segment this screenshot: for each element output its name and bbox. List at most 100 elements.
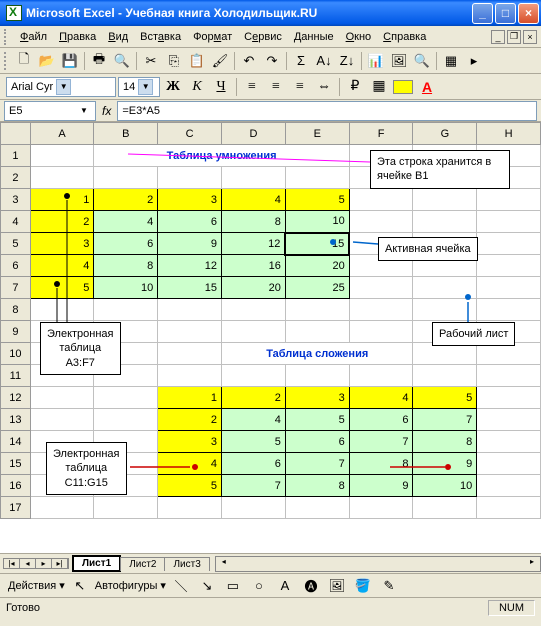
cell-E6[interactable]: 20 xyxy=(285,255,349,277)
italic-button[interactable]: К xyxy=(186,76,208,98)
cell-F4[interactable] xyxy=(349,211,413,233)
rectangle-icon[interactable]: ▭ xyxy=(222,575,244,597)
cell-B8[interactable] xyxy=(94,299,158,321)
menu-insert[interactable]: Вставка xyxy=(134,29,187,45)
cell-C16[interactable]: 5 xyxy=(158,475,222,497)
cell-B13[interactable] xyxy=(94,409,158,431)
row-header-2[interactable]: 2 xyxy=(1,167,31,189)
chart-wizard-icon[interactable]: 📊 xyxy=(365,50,387,72)
paste-icon[interactable]: 📋 xyxy=(186,50,208,72)
save-icon[interactable]: 💾 xyxy=(59,50,81,72)
chevron-down-icon[interactable]: ▼ xyxy=(138,79,153,95)
font-size-combo[interactable]: 14▼ xyxy=(118,77,160,97)
cell-G14[interactable]: 8 xyxy=(413,431,477,453)
cell-F7[interactable] xyxy=(349,277,413,299)
cell-C3[interactable]: 3 xyxy=(158,189,222,211)
cell-E9[interactable] xyxy=(285,321,349,343)
cell-H16[interactable] xyxy=(477,475,541,497)
zoom-icon[interactable]: 🔍 xyxy=(411,50,433,72)
menu-data[interactable]: Данные xyxy=(288,29,340,45)
cell-H5[interactable] xyxy=(477,233,541,255)
cell-A12[interactable] xyxy=(30,387,94,409)
tab-sheet2[interactable]: Лист2 xyxy=(120,557,165,571)
cell-C9[interactable] xyxy=(158,321,222,343)
cell-A4[interactable]: 2 xyxy=(30,211,94,233)
toolbar-grip[interactable] xyxy=(4,52,10,70)
font-color-icon[interactable]: A xyxy=(416,76,438,98)
cell-D3[interactable]: 4 xyxy=(222,189,286,211)
menu-view[interactable]: Вид xyxy=(102,29,134,45)
row-header-10[interactable]: 10 xyxy=(1,343,31,365)
borders-icon[interactable]: ▦ xyxy=(368,76,390,98)
print-icon[interactable]: 🖶 xyxy=(88,50,110,72)
underline-button[interactable]: Ч xyxy=(210,76,232,98)
cell-H7[interactable] xyxy=(477,277,541,299)
horizontal-scrollbar[interactable]: ◂▸ xyxy=(215,556,541,572)
cell-G11[interactable] xyxy=(413,365,477,387)
line-color-icon[interactable]: ✎ xyxy=(378,575,400,597)
row-header-1[interactable]: 1 xyxy=(1,145,31,167)
menu-file[interactable]: ФФайлайл xyxy=(14,29,53,45)
cell-C15[interactable]: 4 xyxy=(158,453,222,475)
cell-G12[interactable]: 5 xyxy=(413,387,477,409)
open-icon[interactable]: 📂 xyxy=(36,50,58,72)
cell-G13[interactable]: 7 xyxy=(413,409,477,431)
cell-F14[interactable]: 7 xyxy=(349,431,413,453)
autosum-icon[interactable]: Σ xyxy=(290,50,312,72)
line-icon[interactable]: ＼ xyxy=(170,575,192,597)
cell-D17[interactable] xyxy=(222,497,286,519)
cell-C12[interactable]: 1 xyxy=(158,387,222,409)
cell-C10[interactable] xyxy=(158,343,222,365)
cell-B4[interactable]: 4 xyxy=(94,211,158,233)
cell-D11[interactable] xyxy=(222,365,286,387)
cell-D5[interactable]: 12 xyxy=(222,233,286,255)
undo-icon[interactable]: ↶ xyxy=(238,50,260,72)
cell-C4[interactable]: 6 xyxy=(158,211,222,233)
cell-F9[interactable] xyxy=(349,321,413,343)
cell-A8[interactable] xyxy=(30,299,94,321)
row-header-17[interactable]: 17 xyxy=(1,497,31,519)
merge-center-icon[interactable]: ⇔ xyxy=(313,76,335,98)
cell-F11[interactable] xyxy=(349,365,413,387)
cell-B1[interactable]: Таблица умножения xyxy=(94,145,349,167)
row-header-13[interactable]: 13 xyxy=(1,409,31,431)
row-header-4[interactable]: 4 xyxy=(1,211,31,233)
row-header-14[interactable]: 14 xyxy=(1,431,31,453)
cell-H14[interactable] xyxy=(477,431,541,453)
cell-B2[interactable] xyxy=(94,167,158,189)
col-header-G[interactable]: G xyxy=(413,123,477,145)
drawing-icon[interactable]: 🖼 xyxy=(388,50,410,72)
cut-icon[interactable]: ✂ xyxy=(140,50,162,72)
cell-E12[interactable]: 3 xyxy=(285,387,349,409)
cell-H13[interactable] xyxy=(477,409,541,431)
pivot-icon[interactable]: ▦ xyxy=(440,50,462,72)
autoshapes-menu[interactable]: Автофигуры ▾ xyxy=(95,579,166,592)
oval-icon[interactable]: ○ xyxy=(248,575,270,597)
col-header-D[interactable]: D xyxy=(222,123,286,145)
col-header-E[interactable]: E xyxy=(285,123,349,145)
cell-C2[interactable] xyxy=(158,167,222,189)
cell-B6[interactable]: 8 xyxy=(94,255,158,277)
cell-F3[interactable] xyxy=(349,189,413,211)
cell-H15[interactable] xyxy=(477,453,541,475)
name-box[interactable]: E5▼ xyxy=(4,101,96,121)
cell-E8[interactable] xyxy=(285,299,349,321)
cell-B3[interactable]: 2 xyxy=(94,189,158,211)
cell-F17[interactable] xyxy=(349,497,413,519)
cell-B17[interactable] xyxy=(94,497,158,519)
cell-H8[interactable] xyxy=(477,299,541,321)
mdi-restore-button[interactable]: ❐ xyxy=(507,30,521,44)
sort-asc-icon[interactable]: A↓ xyxy=(313,50,335,72)
clipart-icon[interactable]: 🖼 xyxy=(326,575,348,597)
row-header-5[interactable]: 5 xyxy=(1,233,31,255)
cell-D15[interactable]: 6 xyxy=(222,453,286,475)
cell-D16[interactable]: 7 xyxy=(222,475,286,497)
cell-A6[interactable]: 4 xyxy=(30,255,94,277)
col-header-H[interactable]: H xyxy=(477,123,541,145)
cell-F8[interactable] xyxy=(349,299,413,321)
col-header-F[interactable]: F xyxy=(349,123,413,145)
col-header-B[interactable]: B xyxy=(94,123,158,145)
menu-tools[interactable]: Сервис xyxy=(238,29,288,45)
cell-G7[interactable] xyxy=(413,277,477,299)
align-center-icon[interactable]: ≡ xyxy=(265,76,287,98)
